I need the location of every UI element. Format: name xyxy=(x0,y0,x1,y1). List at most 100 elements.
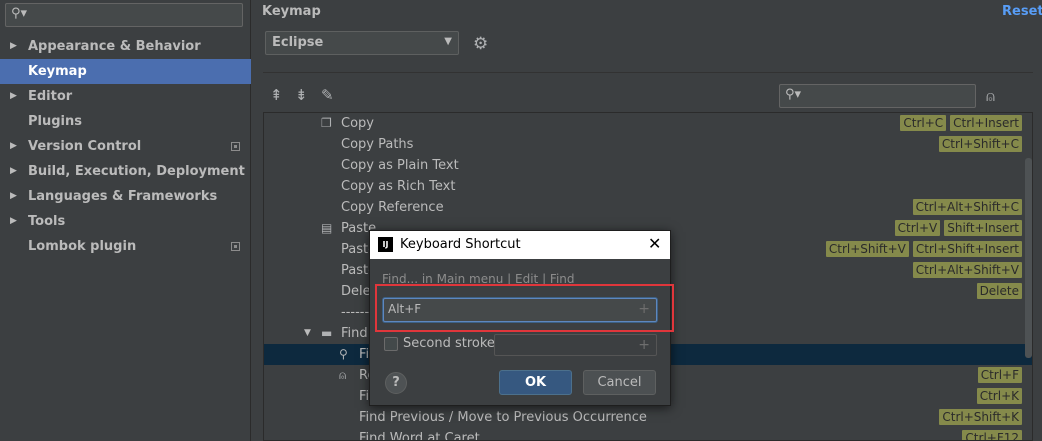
find-by-shortcut-icon[interactable]: ⍝ xyxy=(986,87,995,105)
gear-icon[interactable]: ⚙ xyxy=(473,34,488,54)
shortcut-list: Ctrl+Alt+Shift+V xyxy=(912,262,1022,279)
help-button[interactable]: ? xyxy=(385,372,407,394)
second-stroke-label: Second stroke: xyxy=(403,336,500,351)
shortcut-badge: Ctrl+K xyxy=(976,388,1022,404)
tree-row-label: Copy Reference xyxy=(341,200,444,215)
toolbar-divider xyxy=(263,72,1033,73)
sidebar-item-label: Tools xyxy=(28,214,66,229)
chevron-right-icon[interactable]: ▶ xyxy=(10,159,17,184)
project-scope-icon xyxy=(231,142,240,151)
tree-row-label: Copy as Rich Text xyxy=(341,179,456,194)
tree-row-label: Copy Paths xyxy=(341,137,414,152)
search-icon: ⚲▾ xyxy=(11,6,28,21)
shortcut-badge: Ctrl+F xyxy=(977,367,1022,383)
reset-link[interactable]: Reset xyxy=(1002,4,1042,19)
sidebar-item-label: Keymap xyxy=(28,64,87,79)
page-title: Keymap xyxy=(262,4,321,19)
plus-icon[interactable]: + xyxy=(638,337,650,353)
sidebar-item[interactable]: ▶ Appearance & Behavior xyxy=(0,34,251,59)
close-icon[interactable]: ✕ xyxy=(648,234,661,253)
sidebar-item[interactable]: ▶ Tools xyxy=(0,209,251,234)
second-stroke-field[interactable]: + xyxy=(494,334,657,356)
shortcut-list: Delete xyxy=(976,283,1022,300)
tree-row[interactable]: ❐ Copy Ctrl+C Ctrl+Insert xyxy=(264,113,1032,134)
folder-icon: ▬ xyxy=(321,326,333,340)
shortcut-list: Ctrl+Shift+C xyxy=(938,136,1022,153)
sidebar-item[interactable]: ▶ Editor xyxy=(0,84,251,109)
tree-row-label: Find Previous / Move to Previous Occurre… xyxy=(359,410,647,425)
sidebar-item-label: Editor xyxy=(28,89,73,104)
tree-row-label: Find Word at Caret xyxy=(359,431,480,441)
sidebar-item[interactable]: ▶ Languages & Frameworks xyxy=(0,184,251,209)
tree-row[interactable]: Copy Reference Ctrl+Alt+Shift+C xyxy=(264,197,1032,218)
shortcut-badge: Ctrl+Alt+Shift+C xyxy=(912,199,1022,215)
shortcut-badge: Ctrl+Shift+C xyxy=(938,136,1022,152)
replace-icon: ⍝ xyxy=(339,368,347,382)
tree-row-label: Copy as Plain Text xyxy=(341,158,459,173)
shortcut-badge: Ctrl+Shift+Insert xyxy=(912,241,1022,257)
sidebar-item[interactable]: Keymap xyxy=(0,59,251,84)
keymap-scheme-select[interactable]: Eclipse ▼ xyxy=(265,31,459,55)
ok-button[interactable]: OK xyxy=(499,370,572,395)
sidebar-item[interactable]: ▶ Build, Execution, Deployment xyxy=(0,159,251,184)
sidebar-item[interactable]: Lombok plugin xyxy=(0,234,251,259)
chevron-right-icon[interactable]: ▶ xyxy=(10,84,17,109)
shortcut-list: Ctrl+F12 xyxy=(962,430,1022,440)
tree-row[interactable]: Find Word at Caret Ctrl+F12 xyxy=(264,428,1032,441)
keymap-search-input[interactable]: ⚲▾ xyxy=(779,84,976,108)
paste-icon: ▤ xyxy=(321,221,333,235)
chevron-right-icon[interactable]: ▶ xyxy=(10,134,17,159)
shortcut-list: Ctrl+Alt+Shift+C xyxy=(912,199,1022,216)
search-icon: ⚲▾ xyxy=(785,87,802,102)
shortcut-badge: Ctrl+Alt+Shift+V xyxy=(912,262,1022,278)
sidebar-item-label: Build, Execution, Deployment xyxy=(28,164,245,179)
shortcut-list: Ctrl+Shift+V Ctrl+Shift+Insert xyxy=(825,241,1022,258)
tree-row-label: Fi xyxy=(359,389,370,404)
shortcut-badge: Ctrl+C xyxy=(900,115,947,131)
shortcut-list: Ctrl+Shift+K xyxy=(939,409,1022,426)
sidebar-item-label: Lombok plugin xyxy=(28,239,137,254)
shortcut-list: Ctrl+F xyxy=(977,367,1022,384)
sidebar-item-label: Languages & Frameworks xyxy=(28,189,218,204)
chevron-right-icon[interactable]: ▶ xyxy=(10,209,17,234)
tree-row-label: Copy xyxy=(341,116,374,131)
search-icon: ⚲ xyxy=(339,347,348,361)
shortcut-badge: Ctrl+V xyxy=(894,220,941,236)
tree-row-label: ------ xyxy=(341,305,370,320)
tree-row[interactable]: Copy Paths Ctrl+Shift+C xyxy=(264,134,1032,155)
chevron-down-icon[interactable]: ▼ xyxy=(304,323,311,344)
copy-icon: ❐ xyxy=(321,116,332,130)
project-scope-icon xyxy=(231,242,240,251)
shortcut-badge: Shift+Insert xyxy=(944,220,1022,236)
tree-row-label: Find xyxy=(341,326,368,341)
tree-row[interactable]: Copy as Plain Text xyxy=(264,155,1032,176)
tree-row[interactable]: Find Previous / Move to Previous Occurre… xyxy=(264,407,1032,428)
second-stroke-checkbox[interactable] xyxy=(384,337,398,351)
sidebar-item-label: Plugins xyxy=(28,114,82,129)
dialog-title: Keyboard Shortcut xyxy=(400,237,521,252)
chevron-right-icon[interactable]: ▶ xyxy=(10,184,17,209)
edit-icon[interactable]: ✎ xyxy=(321,86,334,104)
shortcut-list: Ctrl+C Ctrl+Insert xyxy=(900,115,1022,132)
dialog-titlebar: IJ Keyboard Shortcut ✕ xyxy=(370,231,670,259)
chevron-down-icon: ▼ xyxy=(444,36,452,47)
shortcut-list: Ctrl+K xyxy=(976,388,1022,405)
shortcut-badge: Delete xyxy=(976,283,1022,299)
expand-all-icon[interactable]: ⇞ xyxy=(270,86,283,104)
settings-search-input[interactable]: ⚲▾ xyxy=(5,3,243,27)
collapse-all-icon[interactable]: ⇟ xyxy=(295,86,308,104)
shortcut-badge: Ctrl+Shift+K xyxy=(939,409,1022,425)
chevron-right-icon[interactable]: ▶ xyxy=(10,34,17,59)
cancel-button[interactable]: Cancel xyxy=(583,370,656,395)
sidebar-item[interactable]: ▶ Version Control xyxy=(0,134,251,159)
keymap-scheme-value: Eclipse xyxy=(272,35,324,50)
shortcut-list: Ctrl+V Shift+Insert xyxy=(894,220,1022,237)
first-stroke-highlight xyxy=(375,284,674,332)
tree-scrollbar[interactable] xyxy=(1025,158,1032,358)
shortcut-badge: Ctrl+Insert xyxy=(950,115,1022,131)
intellij-app-icon: IJ xyxy=(378,237,393,252)
shortcut-badge: Ctrl+Shift+V xyxy=(825,241,909,257)
sidebar-item-label: Version Control xyxy=(28,139,142,154)
tree-row[interactable]: Copy as Rich Text xyxy=(264,176,1032,197)
sidebar-item[interactable]: Plugins xyxy=(0,109,251,134)
